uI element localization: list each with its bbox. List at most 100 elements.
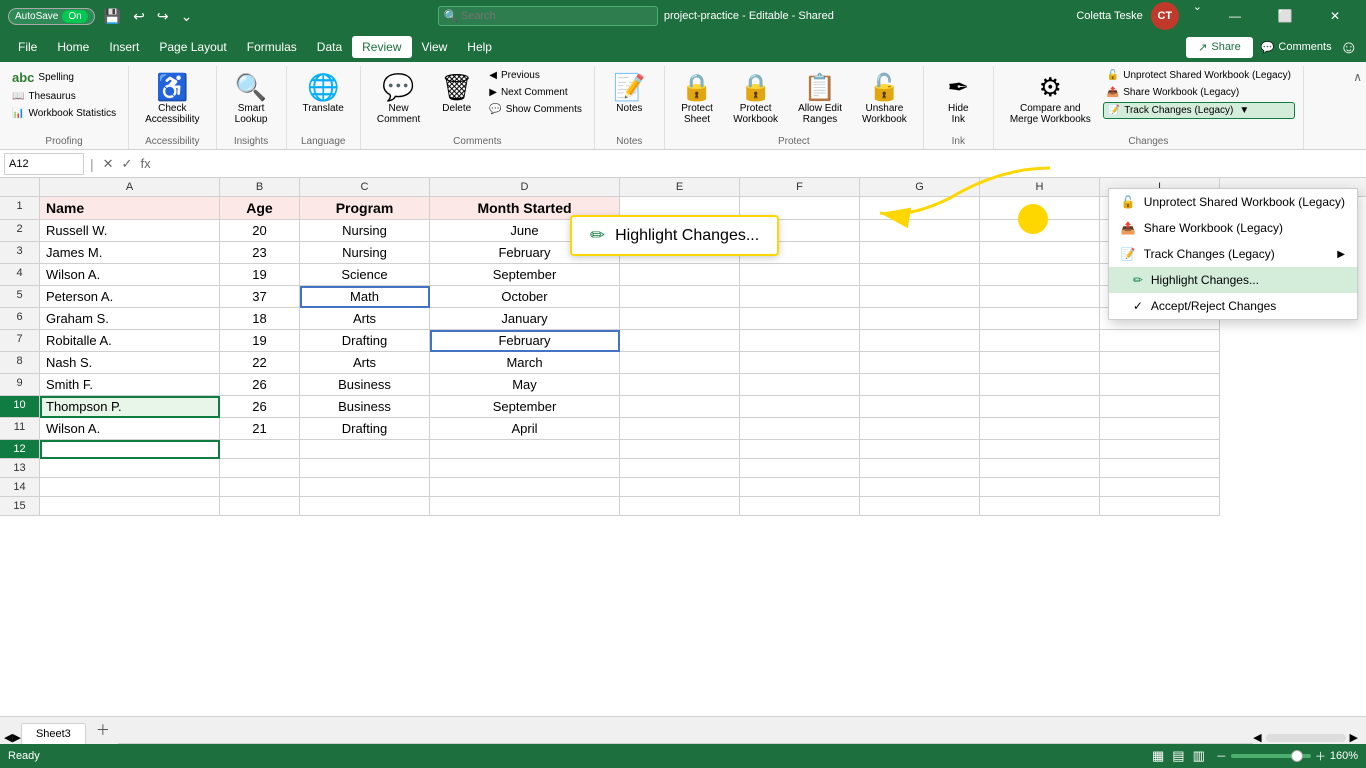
cell-f6[interactable] <box>740 308 860 330</box>
col-header-b[interactable]: B <box>220 178 300 196</box>
cell-e6[interactable] <box>620 308 740 330</box>
cell-g4[interactable] <box>860 264 980 286</box>
cell-e10[interactable] <box>620 396 740 418</box>
formula-insert-function-btn[interactable]: fx <box>137 156 153 172</box>
thesaurus-button[interactable]: 📖 Thesaurus <box>8 89 120 104</box>
formula-input[interactable] <box>158 156 1362 172</box>
cell-f10[interactable] <box>740 396 860 418</box>
menu-home[interactable]: Home <box>47 36 99 58</box>
cell-g14[interactable] <box>860 478 980 497</box>
cell-b1[interactable]: Age <box>220 197 300 220</box>
cell-d14[interactable] <box>430 478 620 497</box>
accept-reject-item[interactable]: ✓ Accept/Reject Changes <box>1109 293 1357 319</box>
cell-a11[interactable]: Wilson A. <box>40 418 220 440</box>
search-input[interactable] <box>438 6 658 26</box>
cell-b12[interactable] <box>220 440 300 459</box>
notes-button[interactable]: 📝 Notes <box>605 68 653 118</box>
cell-c12[interactable] <box>300 440 430 459</box>
cell-a3[interactable]: James M. <box>40 242 220 264</box>
cell-b3[interactable]: 23 <box>220 242 300 264</box>
col-header-c[interactable]: C <box>300 178 430 196</box>
cell-h12[interactable] <box>980 440 1100 459</box>
cell-h14[interactable] <box>980 478 1100 497</box>
cell-g1[interactable] <box>860 197 980 220</box>
cell-b4[interactable]: 19 <box>220 264 300 286</box>
cell-f11[interactable] <box>740 418 860 440</box>
emoji-icon[interactable]: ☺ <box>1340 37 1358 58</box>
col-header-d[interactable]: D <box>430 178 620 196</box>
cell-c13[interactable] <box>300 459 430 478</box>
scroll-tabs-right[interactable]: ▶ <box>12 731 20 744</box>
previous-comment-button[interactable]: ◀ Previous <box>485 68 586 83</box>
cell-g10[interactable] <box>860 396 980 418</box>
cell-f4[interactable] <box>740 264 860 286</box>
cell-c4[interactable]: Science <box>300 264 430 286</box>
cell-g13[interactable] <box>860 459 980 478</box>
cell-b6[interactable]: 18 <box>220 308 300 330</box>
cell-a1[interactable]: Name <box>40 197 220 220</box>
cell-g3[interactable] <box>860 242 980 264</box>
share-button[interactable]: ↗ Share <box>1186 37 1253 58</box>
highlight-changes-floating-btn[interactable]: ✏ Highlight Changes... <box>570 215 779 256</box>
scroll-tabs-left[interactable]: ◀ <box>4 731 12 744</box>
col-header-f[interactable]: F <box>740 178 860 196</box>
col-header-e[interactable]: E <box>620 178 740 196</box>
cell-i10[interactable] <box>1100 396 1220 418</box>
minimize-button[interactable]: — <box>1212 0 1258 32</box>
cell-f15[interactable] <box>740 497 860 516</box>
cell-c3[interactable]: Nursing <box>300 242 430 264</box>
protect-workbook-button[interactable]: 🔒 ProtectWorkbook <box>725 68 786 129</box>
cell-d15[interactable] <box>430 497 620 516</box>
cell-b2[interactable]: 20 <box>220 220 300 242</box>
cell-a2[interactable]: Russell W. <box>40 220 220 242</box>
cell-i15[interactable] <box>1100 497 1220 516</box>
next-comment-button[interactable]: ▶ Next Comment <box>485 85 586 100</box>
cell-d12[interactable] <box>430 440 620 459</box>
zoom-out-btn[interactable]: － <box>1216 748 1227 764</box>
cell-d7[interactable]: February <box>430 330 620 352</box>
check-accessibility-button[interactable]: ♿ CheckAccessibility <box>137 68 207 129</box>
cell-d6[interactable]: January <box>430 308 620 330</box>
cell-h8[interactable] <box>980 352 1100 374</box>
track-changes-legacy-item[interactable]: 📝 Track Changes (Legacy) ▶ <box>1109 241 1357 267</box>
restore-button[interactable]: ⬜ <box>1262 0 1308 32</box>
zoom-in-btn[interactable]: ＋ <box>1315 748 1326 764</box>
cell-c15[interactable] <box>300 497 430 516</box>
cell-i7[interactable] <box>1100 330 1220 352</box>
menu-insert[interactable]: Insert <box>99 36 149 58</box>
cell-c7[interactable]: Drafting <box>300 330 430 352</box>
cell-f12[interactable] <box>740 440 860 459</box>
cell-h6[interactable] <box>980 308 1100 330</box>
cell-e8[interactable] <box>620 352 740 374</box>
formula-cancel-btn[interactable]: ✕ <box>100 156 117 172</box>
smart-lookup-button[interactable]: 🔍 SmartLookup <box>227 68 276 129</box>
cell-c14[interactable] <box>300 478 430 497</box>
cell-b8[interactable]: 22 <box>220 352 300 374</box>
cell-h15[interactable] <box>980 497 1100 516</box>
zoom-slider[interactable] <box>1231 754 1311 758</box>
cell-c5[interactable]: Math <box>300 286 430 308</box>
unshare-workbook-button[interactable]: 🔓 UnshareWorkbook <box>854 68 915 129</box>
cell-b7[interactable]: 19 <box>220 330 300 352</box>
ribbon-collapse-btn[interactable]: ∧ <box>1353 70 1362 84</box>
cell-e14[interactable] <box>620 478 740 497</box>
cell-d10[interactable]: September <box>430 396 620 418</box>
col-header-a[interactable]: A <box>40 178 220 196</box>
cell-b5[interactable]: 37 <box>220 286 300 308</box>
redo-button[interactable]: ↪ <box>154 8 172 25</box>
save-button[interactable]: 💾 <box>101 8 124 25</box>
tab-scroll-left[interactable]: ◀ <box>1253 731 1261 744</box>
share-workbook-legacy-item[interactable]: 📤 Share Workbook (Legacy) <box>1109 215 1357 241</box>
cell-c2[interactable]: Nursing <box>300 220 430 242</box>
cell-b14[interactable] <box>220 478 300 497</box>
cell-d9[interactable]: May <box>430 374 620 396</box>
cell-h3[interactable] <box>980 242 1100 264</box>
comments-button[interactable]: 💬 Comments <box>1261 41 1332 54</box>
cell-a6[interactable]: Graham S. <box>40 308 220 330</box>
cell-e7[interactable] <box>620 330 740 352</box>
cell-a12[interactable] <box>40 440 220 459</box>
customize-qat[interactable]: ⌄ <box>178 8 196 25</box>
cell-e11[interactable] <box>620 418 740 440</box>
cell-e4[interactable] <box>620 264 740 286</box>
cell-a5[interactable]: Peterson A. <box>40 286 220 308</box>
